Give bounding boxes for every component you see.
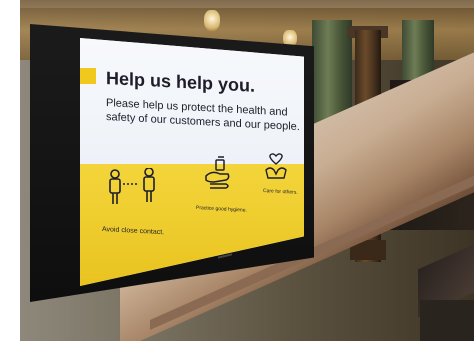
monitor-screen: Help us help you. Please help us protect… bbox=[80, 38, 304, 286]
display-monitor: Help us help you. Please help us protect… bbox=[30, 24, 314, 302]
distance-people-icon bbox=[109, 168, 155, 204]
chandelier-lamp bbox=[204, 10, 220, 32]
accent-square bbox=[80, 68, 96, 84]
heart-hands-icon bbox=[265, 153, 287, 179]
floor-shadow bbox=[420, 300, 474, 341]
photo-scene: Help us help you. Please help us protect… bbox=[0, 0, 474, 341]
hand-wash-icon bbox=[205, 156, 230, 189]
